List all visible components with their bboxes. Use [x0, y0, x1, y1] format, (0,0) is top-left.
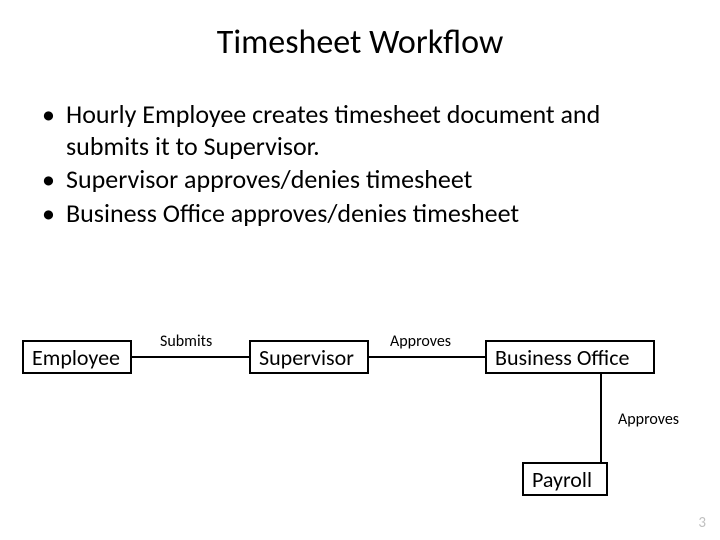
edge-line	[132, 356, 249, 358]
bullet-list: Hourly Employee creates timesheet docume…	[0, 81, 720, 230]
edge-label-submits: Submits	[160, 332, 212, 351]
list-item: Business Office approves/denies timeshee…	[36, 198, 684, 230]
node-supervisor: Supervisor	[249, 340, 369, 374]
list-item: Hourly Employee creates timesheet docume…	[36, 99, 684, 162]
list-item: Supervisor approves/denies timesheet	[36, 164, 684, 196]
edge-line	[369, 356, 485, 358]
node-business-office: Business Office	[485, 340, 655, 374]
node-payroll: Payroll	[522, 462, 608, 496]
slide-title: Timesheet Workflow	[0, 0, 720, 81]
edge-label-approves2: Approves	[618, 410, 679, 429]
node-employee: Employee	[22, 340, 132, 374]
edge-label-approves1: Approves	[390, 332, 451, 351]
page-number: 3	[698, 514, 706, 532]
edge-line	[600, 374, 602, 462]
